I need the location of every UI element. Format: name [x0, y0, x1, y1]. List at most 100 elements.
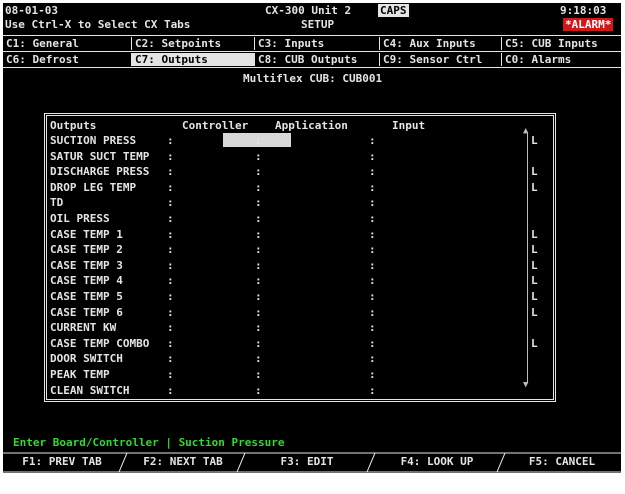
colon-separator: : — [167, 134, 174, 147]
header-input: Input — [392, 119, 426, 132]
output-name: PEAK TEMP — [50, 368, 110, 381]
clock: 9:18:03 — [560, 4, 607, 17]
colon-separator: : — [167, 165, 174, 179]
outputs-table: Outputs Controller Application Input SUC… — [44, 113, 556, 402]
output-name: SATUR SUCT TEMP — [50, 149, 150, 163]
f1-prev-tab-button[interactable]: F1: PREV TAB — [3, 452, 121, 472]
colon-separator: : — [167, 290, 174, 303]
tab-sensor-ctrl[interactable]: C9: Sensor Ctrl — [379, 53, 501, 66]
screen-code: 08-01-03 — [5, 4, 58, 17]
colon-separator: : — [167, 243, 174, 257]
colon-separator: : — [167, 149, 174, 163]
table-row[interactable]: PEAK TEMP::: — [47, 368, 553, 384]
table-row[interactable]: DOOR SWITCH::: — [47, 352, 553, 368]
output-name: CASE TEMP 1 — [50, 227, 123, 241]
table-row[interactable]: SATUR SUCT TEMP::: — [47, 150, 553, 166]
divider — [3, 35, 621, 36]
colon-separator: : — [167, 212, 174, 225]
colon-separator: : — [167, 368, 174, 381]
table-row[interactable]: CURRENT KW::: — [47, 321, 553, 337]
tab-row-1: C1: General C2: Setpoints C3: Inputs C4:… — [3, 37, 621, 50]
colon-separator: : — [167, 383, 174, 397]
table-row[interactable]: CASE TEMP 3::: L — [47, 259, 553, 275]
colon-separator: : — [369, 196, 376, 210]
colon-separator: : — [369, 290, 376, 303]
input-flag: L — [531, 165, 538, 179]
header-application: Application — [275, 119, 348, 132]
output-name: CASE TEMP 5 — [50, 290, 123, 303]
table-row[interactable]: SUCTION PRESS::: L — [47, 133, 553, 150]
header-controller: Controller — [182, 119, 249, 132]
input-flag: L — [531, 227, 538, 241]
colon-separator: : — [167, 196, 174, 210]
colon-separator: : — [167, 305, 174, 319]
scrollbar[interactable] — [527, 133, 528, 383]
tab-alarms[interactable]: C0: Alarms — [501, 53, 621, 66]
colon-separator: : — [255, 274, 262, 288]
colon-separator: : — [255, 212, 262, 225]
tab-inputs[interactable]: C3: Inputs — [254, 37, 379, 50]
status-line: Enter Board/Controller | Suction Pressur… — [13, 436, 285, 449]
colon-separator: : — [369, 258, 376, 272]
input-flag: L — [531, 243, 538, 257]
input-flag: L — [531, 336, 538, 350]
table-row[interactable]: CASE TEMP 5::: L — [47, 290, 553, 306]
tab-general[interactable]: C1: General — [3, 37, 131, 50]
input-flag: L — [531, 274, 538, 288]
f3-edit-button[interactable]: F3: EDIT — [243, 452, 371, 472]
tab-cub-inputs[interactable]: C5: CUB Inputs — [501, 37, 621, 50]
hint-text: Use Ctrl-X to Select CX Tabs — [5, 18, 191, 31]
colon-separator: : — [255, 196, 262, 210]
colon-separator: : — [167, 258, 174, 272]
unit-title: CX-300 Unit 2 — [265, 4, 352, 17]
tab-defrost[interactable]: C6: Defrost — [3, 53, 131, 66]
table-row[interactable]: DISCHARGE PRESS::: L — [47, 165, 553, 181]
colon-separator: : — [255, 149, 262, 163]
output-name: TD — [50, 196, 64, 210]
alarm-indicator[interactable]: *ALARM* — [563, 18, 614, 31]
table-row[interactable]: CLEAN SWITCH::: — [47, 384, 553, 400]
colon-separator: : — [255, 352, 262, 366]
tab-aux-inputs[interactable]: C4: Aux Inputs — [379, 37, 501, 50]
tab-row-2: C6: Defrost C7: Outputs C8: CUB Outputs … — [3, 53, 621, 66]
colon-separator: : — [369, 352, 376, 366]
tab-outputs[interactable]: C7: Outputs — [131, 53, 254, 66]
colon-separator: : — [369, 274, 376, 288]
table-row[interactable]: OIL PRESS::: — [47, 212, 553, 228]
colon-separator: : — [255, 290, 262, 303]
colon-separator: : — [369, 212, 376, 225]
f4-look-up-button[interactable]: F4: LOOK UP — [373, 452, 501, 472]
colon-separator: : — [255, 305, 262, 319]
colon-separator: : — [167, 227, 174, 241]
table-row[interactable]: CASE TEMP 6::: L — [47, 306, 553, 322]
triangle-down-icon[interactable]: ▼ — [523, 381, 528, 390]
output-name: SUCTION PRESS — [50, 134, 137, 147]
input-flag: L — [531, 258, 538, 272]
table-row[interactable]: TD::: — [47, 196, 553, 212]
output-name: CASE TEMP 4 — [50, 274, 123, 288]
colon-separator: : — [255, 165, 262, 179]
tab-setpoints[interactable]: C2: Setpoints — [131, 37, 254, 50]
triangle-up-icon[interactable]: ▲ — [523, 127, 528, 136]
colon-separator: : — [369, 368, 376, 381]
f5-cancel-button[interactable]: F5: CANCEL — [503, 452, 621, 472]
table-row[interactable]: CASE TEMP COMBO::: L — [47, 337, 553, 353]
table-row[interactable]: CASE TEMP 4::: L — [47, 274, 553, 290]
input-flag: L — [531, 180, 538, 194]
caps-indicator: CAPS — [378, 4, 409, 17]
table-row[interactable]: CASE TEMP 2::: L — [47, 243, 553, 259]
colon-separator: : — [369, 180, 376, 194]
output-name: OIL PRESS — [50, 212, 110, 225]
colon-separator: : — [255, 180, 262, 194]
colon-separator: : — [167, 274, 174, 288]
tab-cub-outputs[interactable]: C8: CUB Outputs — [254, 53, 379, 66]
header-outputs: Outputs — [50, 119, 97, 132]
f2-next-tab-button[interactable]: F2: NEXT TAB — [125, 452, 241, 472]
table-row[interactable]: CASE TEMP 1::: L — [47, 228, 553, 244]
colon-separator: : — [369, 336, 376, 350]
table-row[interactable]: DROP LEG TEMP::: L — [47, 181, 553, 197]
colon-separator: : — [167, 180, 174, 194]
input-flag: L — [531, 290, 538, 303]
colon-separator: : — [167, 352, 174, 366]
colon-separator: : — [255, 321, 262, 335]
